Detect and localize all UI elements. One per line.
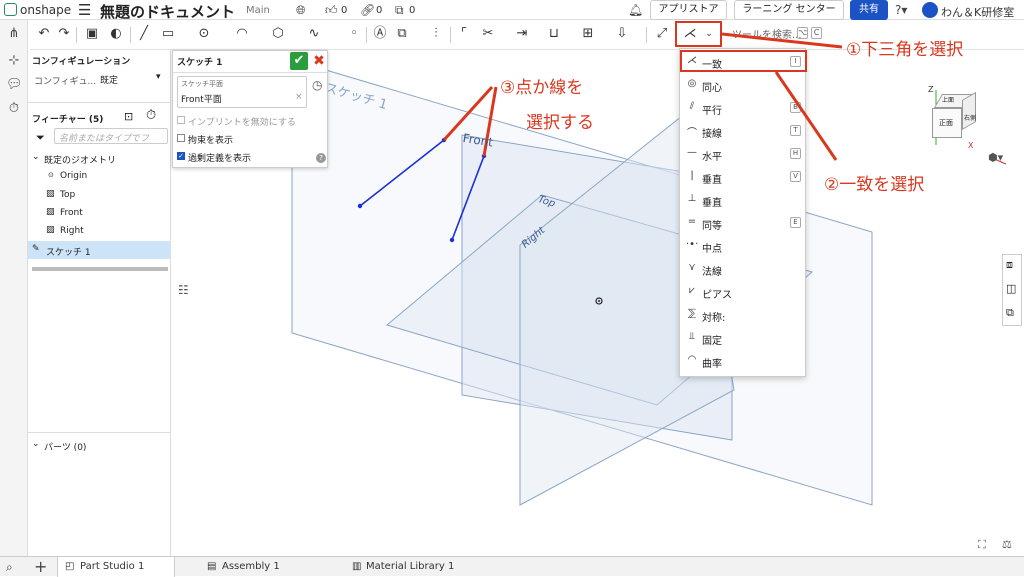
- part-studio-icon: ◰: [65, 561, 75, 572]
- annotation-step1: ①下三角を選択: [846, 40, 964, 60]
- tab-material-library[interactable]: ▥ Material Library 1: [348, 557, 488, 577]
- add-tab-icon[interactable]: +: [34, 557, 47, 576]
- search-tabs-icon[interactable]: ⌕: [6, 560, 13, 575]
- tab-label: Material Library 1: [366, 561, 455, 572]
- tab-assembly[interactable]: ▤ Assembly 1: [200, 557, 320, 577]
- library-icon: ▥: [352, 561, 362, 572]
- tab-label: Assembly 1: [222, 561, 280, 572]
- tab-label: Part Studio 1: [80, 561, 145, 572]
- annotation-step3-line1: ③点か線を: [500, 78, 584, 98]
- tab-part-studio[interactable]: ◰ Part Studio 1: [57, 557, 175, 577]
- annotation-step3-line2: 選択する: [526, 113, 594, 133]
- assembly-icon: ▤: [207, 561, 217, 572]
- annotation-step2: ②一致を選択: [824, 175, 925, 195]
- bottom-tab-bar: ⌕ + ◰ Part Studio 1 ▤ Assembly 1 ▥ Mater…: [0, 556, 1024, 577]
